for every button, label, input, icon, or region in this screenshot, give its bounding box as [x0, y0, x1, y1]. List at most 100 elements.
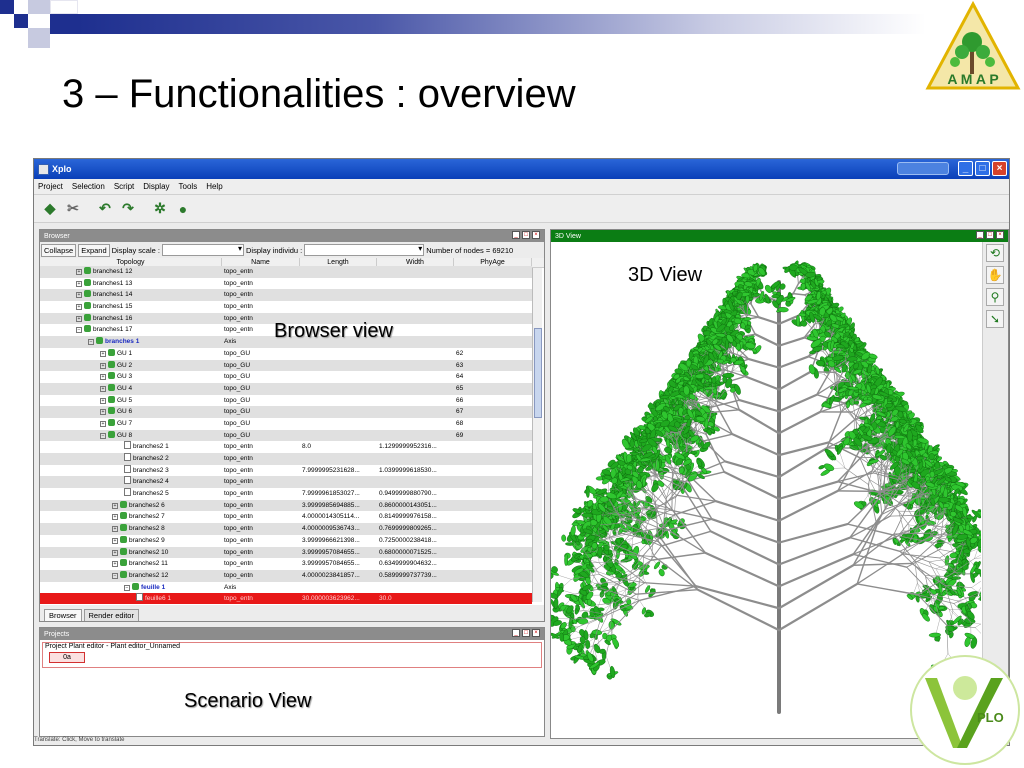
topology-cell[interactable]: + branches2 11	[40, 558, 222, 570]
browser-scrollbar[interactable]	[532, 268, 542, 602]
topology-cell[interactable]: feuille6 1	[40, 593, 222, 604]
zoom-icon[interactable]: ⚲	[986, 288, 1004, 306]
expand-node-icon[interactable]: +	[76, 280, 82, 287]
topology-cell[interactable]: + branches1 14	[40, 289, 222, 301]
expand-node-icon[interactable]: +	[112, 537, 118, 544]
expand-node-icon[interactable]: +	[100, 374, 106, 381]
panel-minimize-icon[interactable]: _	[976, 231, 984, 239]
menu-tools[interactable]: Tools	[179, 182, 198, 191]
table-row[interactable]: + branches2 10 topo_entn 3.9999957084655...…	[40, 546, 532, 559]
table-row[interactable]: branches2 1 topo_entn 8.0 1.1299999952316..…	[40, 441, 532, 453]
topology-cell[interactable]: branches2 1	[40, 441, 222, 453]
table-row[interactable]: + branches1 13 topo_entn	[40, 277, 532, 290]
select-arrow-icon[interactable]: ➘	[986, 310, 1004, 328]
table-row[interactable]: + branches2 8 topo_entn 4.0000009536743... 0…	[40, 523, 532, 535]
expand-node-icon[interactable]: +	[100, 362, 106, 369]
topology-cell[interactable]: branches2 3	[40, 464, 222, 477]
topology-cell[interactable]: + branches2 8	[40, 523, 222, 535]
play-icon[interactable]: ●	[173, 199, 193, 219]
expand-node-icon[interactable]: +	[112, 502, 118, 509]
topology-cell[interactable]: + GU 2	[40, 360, 222, 372]
collapse-node-icon[interactable]: −	[76, 327, 82, 334]
topology-cell[interactable]: + GU 1	[40, 348, 222, 360]
collapse-node-icon[interactable]: −	[88, 339, 94, 346]
expand-node-icon[interactable]: +	[112, 526, 118, 533]
table-row[interactable]: branches2 3 topo_entn 7.9999995231628... 1.…	[40, 464, 532, 477]
table-row[interactable]: + branches2 7 topo_entn 4.0000014305114... 0…	[40, 511, 532, 524]
collapse-node-icon[interactable]: −	[112, 572, 118, 579]
display-scale-select[interactable]	[161, 244, 244, 256]
table-row[interactable]: branches2 4 topo_entn	[40, 476, 532, 489]
table-row[interactable]: + GU 6 topo_GU 67	[40, 406, 532, 418]
topology-cell[interactable]: + branches1 15	[40, 301, 222, 313]
panel-maximize-icon[interactable]: □	[986, 231, 994, 239]
topology-cell[interactable]: − branches2 12	[40, 570, 222, 582]
topology-cell[interactable]: + branches2 9	[40, 535, 222, 547]
topology-cell[interactable]: − feuille 1	[40, 582, 222, 594]
table-row[interactable]: + GU 7 topo_GU 68	[40, 417, 532, 430]
expand-node-icon[interactable]: +	[76, 269, 82, 275]
panel-close-icon[interactable]: ×	[532, 629, 540, 637]
cut-icon[interactable]: ✂	[63, 199, 83, 219]
rotate-icon[interactable]: ⟲	[986, 244, 1004, 262]
topology-cell[interactable]: branches2 2	[40, 453, 222, 465]
topology-cell[interactable]: + GU 5	[40, 395, 222, 407]
topology-cell[interactable]: + GU 4	[40, 383, 222, 395]
tab-browser[interactable]: Browser	[44, 609, 82, 621]
maximize-button[interactable]: □	[975, 161, 990, 176]
menu-help[interactable]: Help	[206, 182, 222, 191]
panel-minimize-icon[interactable]: _	[512, 231, 520, 239]
menu-project[interactable]: Project	[38, 182, 63, 191]
expand-button[interactable]: Expand	[78, 243, 110, 257]
table-row[interactable]: branches2 2 topo_entn	[40, 453, 532, 465]
table-row[interactable]: + branches1 15 topo_entn	[40, 301, 532, 313]
scrollbar-thumb[interactable]	[534, 328, 542, 418]
table-row[interactable]: + GU 2 topo_GU 63	[40, 359, 532, 372]
topology-cell[interactable]: + branches2 7	[40, 511, 222, 523]
expand-node-icon[interactable]: +	[100, 420, 106, 427]
expand-node-icon[interactable]: +	[100, 385, 106, 392]
collapse-node-icon[interactable]: −	[100, 432, 106, 439]
open-icon[interactable]: ◆	[40, 199, 60, 219]
topology-cell[interactable]: + GU 7	[40, 418, 222, 430]
table-row[interactable]: + GU 4 topo_GU 65	[40, 382, 532, 395]
topology-cell[interactable]: + branches1 12	[40, 266, 222, 278]
expand-node-icon[interactable]: +	[100, 409, 106, 416]
minimize-button[interactable]: _	[958, 161, 973, 176]
expand-node-icon[interactable]: +	[76, 304, 82, 311]
expand-node-icon[interactable]: +	[76, 292, 82, 299]
panel-maximize-icon[interactable]: □	[522, 231, 530, 239]
menu-display[interactable]: Display	[143, 182, 169, 191]
expand-node-icon[interactable]: +	[112, 514, 118, 521]
table-row[interactable]: − GU 8 topo_GU 69	[40, 429, 532, 442]
topology-cell[interactable]: − GU 8	[40, 430, 222, 442]
scenario-item[interactable]: 0a	[49, 652, 85, 663]
topology-cell[interactable]: + branches1 16	[40, 313, 222, 325]
menu-script[interactable]: Script	[114, 182, 134, 191]
redo-icon[interactable]: ↷	[118, 199, 138, 219]
pan-hand-icon[interactable]: ✋	[986, 266, 1004, 284]
table-row[interactable]: + branches2 11 topo_entn 3.9999957084655...…	[40, 558, 532, 570]
table-row[interactable]: + GU 3 topo_GU 64	[40, 371, 532, 383]
table-row[interactable]: + branches2 6 topo_entn 3.9999985694885... 0…	[40, 499, 532, 512]
undo-icon[interactable]: ↶	[95, 199, 115, 219]
menu-selection[interactable]: Selection	[72, 182, 105, 191]
topology-cell[interactable]: + branches2 10	[40, 547, 222, 559]
topology-cell[interactable]: branches2 4	[40, 476, 222, 488]
collapse-node-icon[interactable]: −	[124, 584, 130, 591]
topology-cell[interactable]: + GU 3	[40, 371, 222, 383]
table-row[interactable]: branches2 5 topo_entn 7.9999961853027... 0.…	[40, 488, 532, 500]
close-button[interactable]: ×	[992, 161, 1007, 176]
tree-icon[interactable]: ✲	[150, 199, 170, 219]
table-row[interactable]: + branches1 14 topo_entn	[40, 289, 532, 302]
table-row[interactable]: − feuille 1 Axis	[40, 581, 532, 594]
panel-close-icon[interactable]: ×	[996, 231, 1004, 239]
topology-cell[interactable]: + branches2 6	[40, 500, 222, 512]
panel-close-icon[interactable]: ×	[532, 231, 540, 239]
tab-render-editor[interactable]: Render editor	[83, 609, 139, 621]
expand-node-icon[interactable]: +	[76, 315, 82, 322]
expand-node-icon[interactable]: +	[100, 350, 106, 357]
topology-cell[interactable]: + GU 6	[40, 406, 222, 418]
topology-cell[interactable]: branches2 5	[40, 488, 222, 500]
expand-node-icon[interactable]: +	[112, 561, 118, 568]
